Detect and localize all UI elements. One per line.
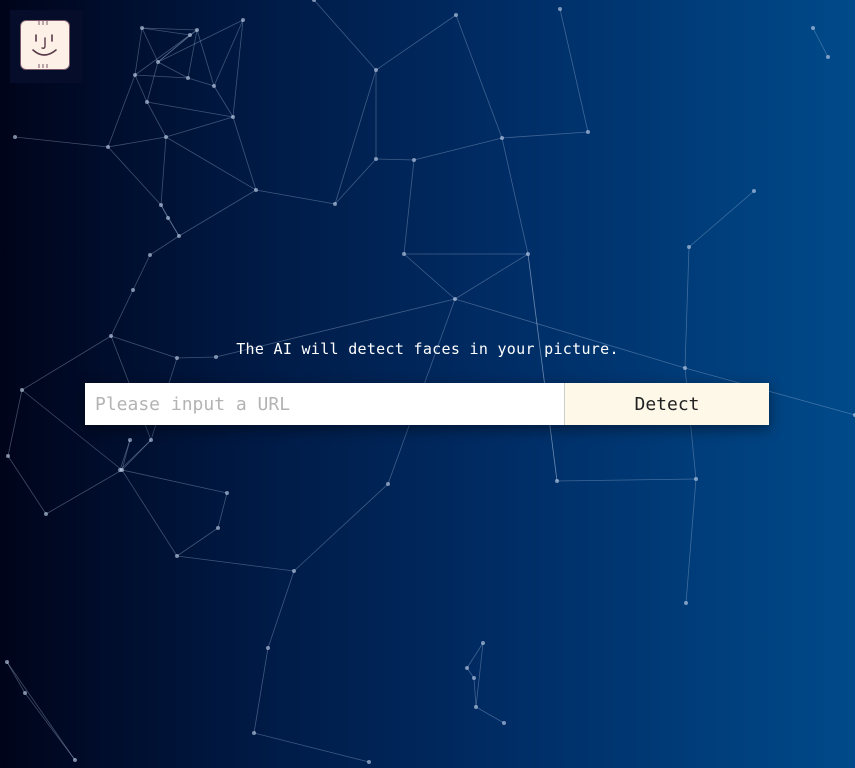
detect-button[interactable]: Detect	[564, 383, 769, 425]
tagline: The AI will detect faces in your picture…	[236, 340, 619, 358]
url-search-bar: Detect	[85, 383, 769, 425]
logo[interactable]	[10, 10, 83, 83]
smiley-face-icon	[20, 20, 70, 70]
url-input[interactable]	[85, 383, 564, 425]
